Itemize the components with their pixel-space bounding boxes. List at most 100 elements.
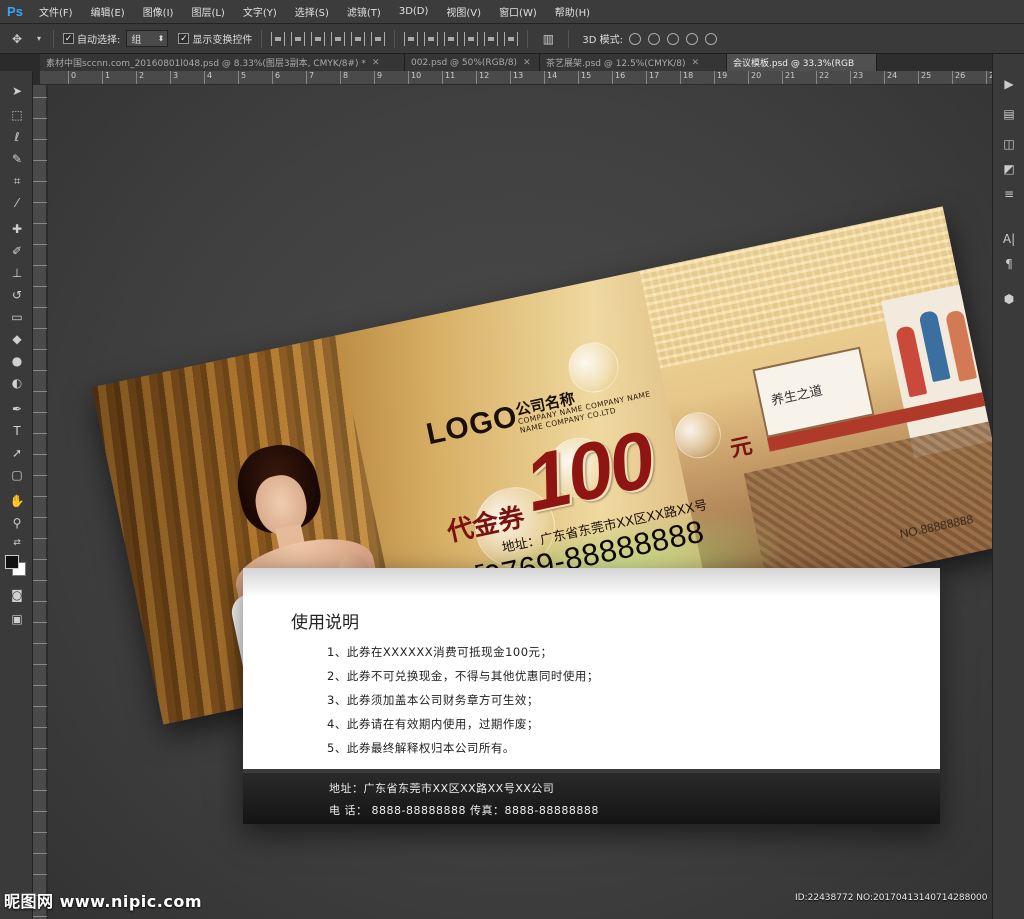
character-panel-icon[interactable]: A| bbox=[998, 229, 1020, 249]
tab-document-2[interactable]: 002.psd @ 50%(RGB/8) ✕ bbox=[405, 54, 540, 71]
align-left-icon[interactable] bbox=[331, 31, 346, 46]
ruler-tick: 10 bbox=[408, 71, 421, 84]
lasso-tool-icon[interactable]: ℓ bbox=[6, 127, 28, 147]
close-icon[interactable]: ✕ bbox=[372, 58, 380, 68]
eyedropper-tool-icon[interactable]: ⁄ bbox=[6, 193, 28, 213]
hand-tool-icon[interactable]: ✋ bbox=[6, 491, 28, 511]
distribute-hcenter-icon[interactable] bbox=[484, 31, 499, 46]
ruler-vertical[interactable] bbox=[33, 85, 47, 919]
watermark-id: ID:22438772 NO:20170413140714288000 bbox=[795, 893, 988, 903]
canvas-area[interactable]: 养生之道 LOGO 公司名称 COMPANY NAME COMPANY NAME… bbox=[48, 85, 992, 919]
tab-document-4[interactable]: 会议模板.psd @ 33.3%(RGB bbox=[727, 54, 877, 71]
mode-3d-buttons bbox=[629, 32, 717, 45]
ruler-tick bbox=[33, 517, 47, 523]
move-tool-icon[interactable]: ✥ bbox=[6, 29, 28, 49]
3d-panel-icon[interactable]: ⬢ bbox=[998, 289, 1020, 309]
photoshop-logo[interactable]: Ps bbox=[0, 0, 30, 24]
options-bar: ✥ ▾ ✓ 自动选择: 组 ⬍ ✓ 显示变换控件 ▥ 3D 模式: bbox=[0, 24, 1024, 54]
ruler-tick bbox=[33, 853, 47, 859]
history-panel-icon[interactable]: ▤ bbox=[998, 104, 1020, 124]
zoom-tool-icon[interactable]: ⚲ bbox=[6, 513, 28, 533]
align-hcenter-icon[interactable] bbox=[351, 31, 366, 46]
marquee-tool-icon[interactable]: ⬚ bbox=[6, 105, 28, 125]
eraser-tool-icon[interactable]: ▭ bbox=[6, 307, 28, 327]
roll-3d-icon[interactable] bbox=[648, 32, 660, 45]
foreground-color-swatch[interactable] bbox=[5, 555, 19, 569]
menu-window[interactable]: 窗口(W) bbox=[490, 0, 546, 24]
ruler-tick bbox=[33, 181, 47, 187]
auto-align-icon[interactable]: ▥ bbox=[537, 29, 559, 49]
menu-layer[interactable]: 图层(L) bbox=[182, 0, 233, 24]
screen-mode-icon[interactable]: ▣ bbox=[6, 609, 28, 629]
ruler-tick: 21 bbox=[782, 71, 795, 84]
crop-tool-icon[interactable]: ⌗ bbox=[6, 171, 28, 191]
checkbox-checked-icon[interactable]: ✓ bbox=[63, 33, 74, 44]
menu-3d[interactable]: 3D(D) bbox=[390, 0, 438, 24]
pen-tool-icon[interactable]: ✒ bbox=[6, 399, 28, 419]
ruler-tick: 8 bbox=[340, 71, 348, 84]
paint-bucket-tool-icon[interactable]: ◆ bbox=[6, 329, 28, 349]
dodge-tool-icon[interactable]: ◐ bbox=[6, 373, 28, 393]
close-icon[interactable]: ✕ bbox=[692, 58, 700, 68]
ruler-tick bbox=[33, 685, 47, 691]
shape-tool-icon[interactable]: ▢ bbox=[6, 465, 28, 485]
default-colors-icon[interactable]: ⇄ bbox=[6, 533, 28, 553]
tab-document-3[interactable]: 茶艺展架.psd @ 12.5%(CMYK/8) ✕ bbox=[540, 54, 727, 71]
distribute-bottom-icon[interactable] bbox=[444, 31, 459, 46]
menu-edit[interactable]: 编辑(E) bbox=[82, 0, 134, 24]
menu-type[interactable]: 文字(Y) bbox=[234, 0, 286, 24]
drag-3d-icon[interactable] bbox=[667, 32, 679, 45]
orbit-3d-icon[interactable] bbox=[629, 32, 641, 45]
align-right-icon[interactable] bbox=[371, 31, 386, 46]
distribute-vcenter-icon[interactable] bbox=[424, 31, 439, 46]
menu-file[interactable]: 文件(F) bbox=[30, 0, 82, 24]
healing-brush-tool-icon[interactable]: ✚ bbox=[6, 219, 28, 239]
blur-tool-icon[interactable]: ● bbox=[6, 351, 28, 371]
layers-panel-icon[interactable]: ◫ bbox=[998, 134, 1020, 154]
auto-select-value: 组 bbox=[131, 35, 142, 46]
align-vcenter-icon[interactable] bbox=[291, 31, 306, 46]
card-footer: 地址：广东省东莞市XX区XX路XX号XX公司 电 话： 8888-8888888… bbox=[243, 773, 940, 824]
ruler-tick bbox=[33, 160, 47, 166]
instructions-card[interactable]: 使用说明 1、此券在XXXXXX消费可抵现金100元； 2、此券不可兑换现金，不… bbox=[243, 568, 940, 824]
menu-select[interactable]: 选择(S) bbox=[286, 0, 338, 24]
ruler-horizontal[interactable]: 0 1 2 3 4 5 6 7 8 9 10 11 12 13 14 15 16 17 18 19 20 21 22 23 24… bbox=[40, 71, 992, 85]
chevron-down-icon[interactable]: ▾ bbox=[34, 29, 44, 49]
adjustments-panel-icon[interactable]: ≡ bbox=[998, 184, 1020, 204]
path-select-tool-icon[interactable]: ➚ bbox=[6, 443, 28, 463]
quick-mask-icon[interactable]: ◙ bbox=[6, 585, 28, 605]
distribute-top-icon[interactable] bbox=[404, 31, 419, 46]
menu-image[interactable]: 图像(I) bbox=[134, 0, 183, 24]
quick-select-tool-icon[interactable]: ✎ bbox=[6, 149, 28, 169]
menu-view[interactable]: 视图(V) bbox=[437, 0, 490, 24]
distribute-buttons bbox=[404, 31, 519, 46]
slide-3d-icon[interactable] bbox=[686, 32, 698, 45]
close-icon[interactable]: ✕ bbox=[523, 58, 531, 68]
rule-item: 4、此券请在有效期内使用，过期作废； bbox=[327, 717, 539, 731]
scale-3d-icon[interactable] bbox=[705, 32, 717, 45]
type-tool-icon[interactable]: T bbox=[6, 421, 28, 441]
auto-select-checkbox[interactable]: ✓ 自动选择: bbox=[63, 31, 120, 46]
tab-label: 会议模板.psd @ 33.3%(RGB bbox=[733, 59, 855, 69]
play-icon[interactable]: ▶ bbox=[998, 74, 1020, 94]
ruler-tick: 23 bbox=[850, 71, 863, 84]
distribute-left-icon[interactable] bbox=[464, 31, 479, 46]
ruler-tick bbox=[33, 643, 47, 649]
ruler-tick bbox=[33, 622, 47, 628]
ruler-tick: 9 bbox=[374, 71, 382, 84]
show-transform-checkbox[interactable]: ✓ 显示变换控件 bbox=[178, 31, 252, 46]
tab-document-1[interactable]: 素材中国sccnn.com_20160801l048.psd @ 8.33%(图… bbox=[40, 54, 405, 71]
channels-panel-icon[interactable]: ◩ bbox=[998, 159, 1020, 179]
brush-tool-icon[interactable]: ✐ bbox=[6, 241, 28, 261]
clone-stamp-tool-icon[interactable]: ⊥ bbox=[6, 263, 28, 283]
menu-help[interactable]: 帮助(H) bbox=[546, 0, 599, 24]
align-top-icon[interactable] bbox=[271, 31, 286, 46]
paragraph-panel-icon[interactable]: ¶ bbox=[998, 254, 1020, 274]
distribute-right-icon[interactable] bbox=[504, 31, 519, 46]
move-tool-icon[interactable]: ➤ bbox=[6, 81, 28, 101]
checkbox-checked-icon[interactable]: ✓ bbox=[178, 33, 190, 44]
align-bottom-icon[interactable] bbox=[311, 31, 326, 46]
history-brush-tool-icon[interactable]: ↺ bbox=[6, 285, 28, 305]
auto-select-dropdown[interactable]: 组 ⬍ bbox=[126, 30, 169, 47]
menu-filter[interactable]: 滤镜(T) bbox=[338, 0, 390, 24]
